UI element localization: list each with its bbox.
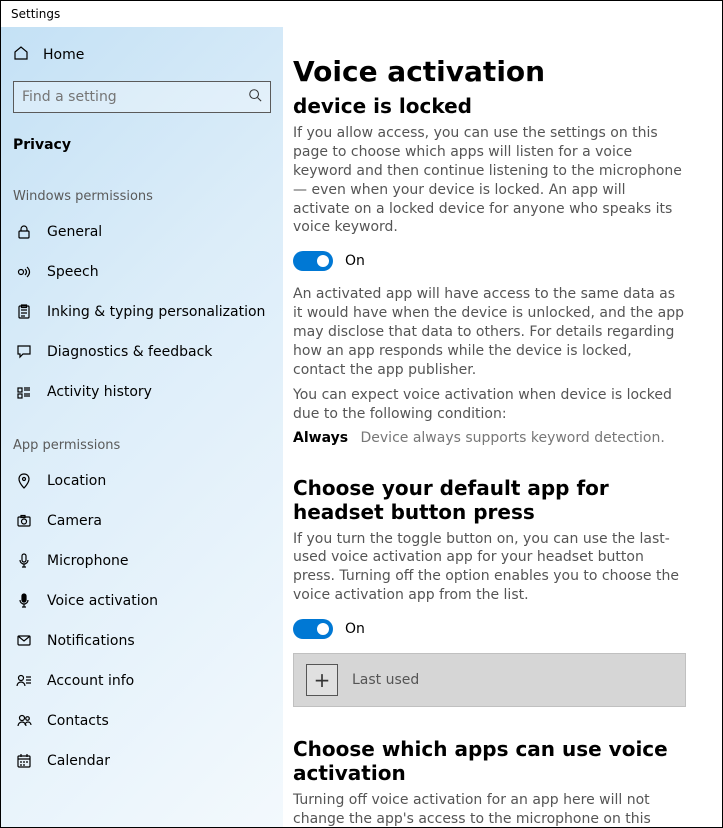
headset-toggle[interactable] bbox=[293, 619, 333, 639]
nav-label: Speech bbox=[47, 264, 99, 280]
always-label: Always bbox=[293, 430, 348, 446]
page-title: Voice activation bbox=[293, 55, 686, 88]
nav-label: Calendar bbox=[47, 753, 110, 769]
microphone-icon bbox=[15, 553, 33, 569]
nav-general[interactable]: General bbox=[1, 212, 283, 252]
nav-label: Camera bbox=[47, 513, 102, 529]
nav-label: Account info bbox=[47, 673, 134, 689]
locked-heading: device is locked bbox=[293, 94, 686, 118]
voice-activation-icon bbox=[15, 593, 33, 609]
nav-microphone[interactable]: Microphone bbox=[1, 541, 283, 581]
lastused-selector[interactable]: + Last used bbox=[293, 653, 686, 707]
contacts-icon bbox=[15, 713, 33, 729]
calendar-icon bbox=[15, 753, 33, 769]
sidebar: Home Privacy Windows permissions General… bbox=[1, 27, 283, 827]
plus-icon: + bbox=[306, 664, 338, 696]
location-icon bbox=[15, 473, 33, 489]
nav-activity[interactable]: Activity history bbox=[1, 372, 283, 412]
always-condition: Always Device always supports keyword de… bbox=[293, 430, 686, 446]
nav-home-label: Home bbox=[43, 47, 84, 63]
nav-label: Voice activation bbox=[47, 593, 158, 609]
nav-label: Microphone bbox=[47, 553, 129, 569]
apps-heading: Choose which apps can use voice activati… bbox=[293, 737, 686, 785]
nav-camera[interactable]: Camera bbox=[1, 501, 283, 541]
nav-label: Contacts bbox=[47, 713, 109, 729]
nav-location[interactable]: Location bbox=[1, 461, 283, 501]
nav-label: General bbox=[47, 224, 102, 240]
headset-toggle-label: On bbox=[345, 621, 365, 637]
main-content: Voice activation device is locked If you… bbox=[283, 27, 722, 827]
window-title: Settings bbox=[11, 7, 60, 21]
headset-desc: If you turn the toggle button on, you ca… bbox=[293, 530, 686, 606]
speech-icon bbox=[15, 264, 33, 280]
account-icon bbox=[15, 673, 33, 689]
locked-desc3: You can expect voice activation when dev… bbox=[293, 386, 686, 424]
section-windows-permissions: Windows permissions bbox=[1, 163, 283, 212]
nav-home[interactable]: Home bbox=[1, 35, 283, 75]
headset-heading: Choose your default app for headset butt… bbox=[293, 476, 686, 524]
nav-calendar[interactable]: Calendar bbox=[1, 741, 283, 781]
nav-diagnostics[interactable]: Diagnostics & feedback bbox=[1, 332, 283, 372]
nav-label: Location bbox=[47, 473, 106, 489]
lock-icon bbox=[15, 224, 33, 240]
lastused-label: Last used bbox=[352, 672, 419, 688]
locked-desc: If you allow access, you can use the set… bbox=[293, 124, 686, 237]
apps-desc: Turning off voice activation for an app … bbox=[293, 791, 686, 827]
sidebar-page-label: Privacy bbox=[1, 127, 283, 163]
nav-account-info[interactable]: Account info bbox=[1, 661, 283, 701]
locked-desc2: An activated app will have access to the… bbox=[293, 285, 686, 379]
nav-inking[interactable]: Inking & typing personalization bbox=[1, 292, 283, 332]
clipboard-icon bbox=[15, 304, 33, 320]
search-icon bbox=[248, 88, 262, 106]
nav-label: Diagnostics & feedback bbox=[47, 344, 212, 360]
nav-speech[interactable]: Speech bbox=[1, 252, 283, 292]
home-icon bbox=[13, 45, 29, 65]
nav-notifications[interactable]: Notifications bbox=[1, 621, 283, 661]
always-desc: Device always supports keyword detection… bbox=[361, 430, 665, 446]
section-app-permissions: App permissions bbox=[1, 412, 283, 461]
window-titlebar: Settings bbox=[1, 1, 722, 27]
camera-icon bbox=[15, 513, 33, 529]
locked-toggle-label: On bbox=[345, 253, 365, 269]
nav-label: Activity history bbox=[47, 384, 152, 400]
activity-icon bbox=[15, 384, 33, 400]
nav-voice-activation[interactable]: Voice activation bbox=[1, 581, 283, 621]
locked-toggle[interactable] bbox=[293, 251, 333, 271]
notifications-icon bbox=[15, 633, 33, 649]
search-input[interactable] bbox=[22, 89, 248, 105]
nav-label: Inking & typing personalization bbox=[47, 304, 265, 320]
feedback-icon bbox=[15, 344, 33, 360]
nav-contacts[interactable]: Contacts bbox=[1, 701, 283, 741]
nav-label: Notifications bbox=[47, 633, 135, 649]
search-box[interactable] bbox=[13, 81, 271, 113]
